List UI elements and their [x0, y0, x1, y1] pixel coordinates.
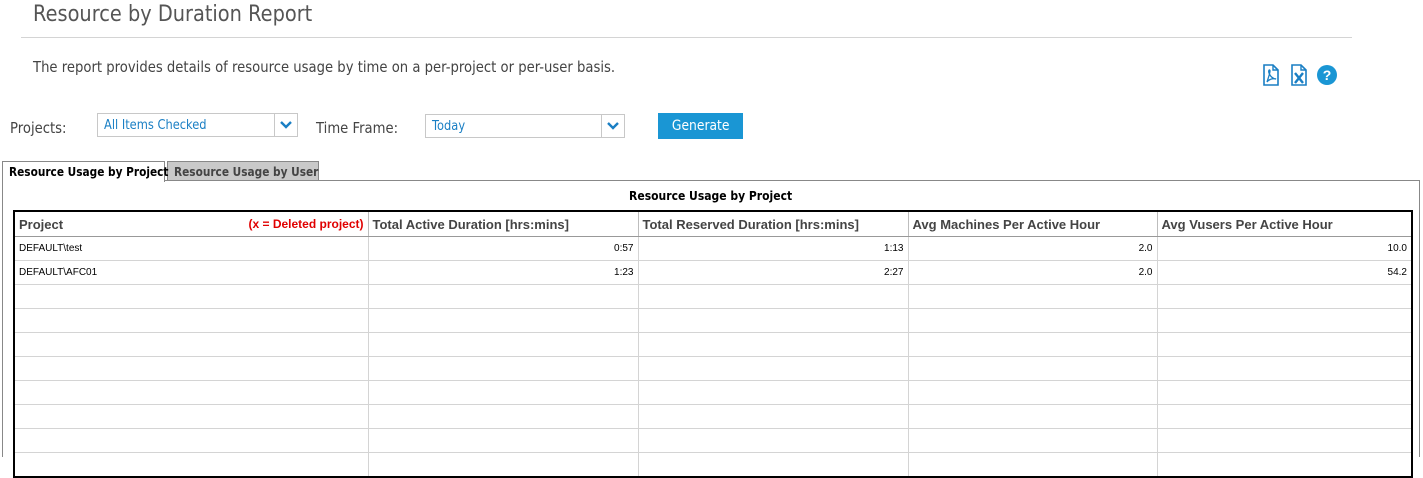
column-header-project-label: Project: [19, 216, 64, 232]
report-panel: Resource Usage by Project Project (x = D…: [2, 180, 1420, 478]
help-icon[interactable]: ?: [1316, 64, 1338, 86]
generate-button[interactable]: Generate: [658, 113, 743, 139]
column-header-avg-vusers[interactable]: Avg Vusers Per Active Hour: [1156, 210, 1413, 237]
page-title: Resource by Duration Report: [33, 2, 313, 27]
report-table: Project (x = Deleted project) Total Acti…: [13, 210, 1413, 478]
timeframe-dropdown[interactable]: Today: [425, 114, 625, 138]
column-header-reserved-duration[interactable]: Total Reserved Duration [hrs:mins]: [637, 210, 909, 237]
deleted-project-note: (x = Deleted project): [248, 216, 364, 231]
title-divider: [21, 37, 1352, 38]
project-cell: DEFAULT\test: [13, 236, 369, 261]
table-row[interactable]: DEFAULT\AFC01 1:23 2:27 2.0 54.2: [13, 260, 1413, 285]
column-header-active-duration[interactable]: Total Active Duration [hrs:mins]: [367, 210, 639, 237]
table-row[interactable]: DEFAULT\test 0:57 1:13 2.0 10.0: [13, 236, 1413, 261]
chevron-down-icon[interactable]: [274, 114, 297, 136]
empty-table-row: [13, 452, 1413, 478]
svg-text:?: ?: [1323, 67, 1332, 83]
table-header-row: Project (x = Deleted project) Total Acti…: [13, 210, 1413, 237]
report-title: Resource Usage by Project: [3, 189, 1419, 203]
active-duration-cell: 0:57: [367, 236, 639, 261]
timeframe-dropdown-value: Today: [432, 119, 466, 134]
empty-table-row: [13, 380, 1413, 405]
avg-machines-cell: 2.0: [907, 236, 1158, 261]
reserved-duration-cell: 1:13: [637, 236, 909, 261]
avg-machines-cell: 2.0: [907, 260, 1158, 285]
report-title-text: Resource Usage by Project: [629, 189, 793, 203]
projects-dropdown[interactable]: All Items Checked: [97, 113, 298, 137]
tab-resource-usage-by-project[interactable]: Resource Usage by Project: [2, 161, 169, 182]
report-description: The report provides details of resource …: [33, 58, 616, 76]
empty-table-row: [13, 356, 1413, 381]
project-cell: DEFAULT\AFC01: [13, 260, 369, 285]
active-duration-cell: 1:23: [367, 260, 639, 285]
empty-table-row: [13, 428, 1413, 453]
column-header-avg-machines[interactable]: Avg Machines Per Active Hour: [907, 210, 1158, 237]
tab-label: Resource Usage by User: [174, 165, 319, 179]
tab-resource-usage-by-user[interactable]: Resource Usage by User: [167, 161, 319, 181]
projects-label: Projects:: [10, 119, 67, 137]
timeframe-label: Time Frame:: [316, 119, 399, 137]
generate-button-label: Generate: [671, 118, 730, 134]
empty-table-row: [13, 332, 1413, 357]
avg-vusers-cell: 54.2: [1156, 260, 1413, 285]
export-excel-icon[interactable]: [1288, 64, 1310, 86]
export-toolbar: ?: [1260, 64, 1338, 86]
reserved-duration-cell: 2:27: [637, 260, 909, 285]
projects-dropdown-value: All Items Checked: [104, 118, 207, 133]
column-header-project[interactable]: Project (x = Deleted project): [13, 210, 369, 237]
empty-table-row: [13, 308, 1413, 333]
empty-table-row: [13, 284, 1413, 309]
avg-vusers-cell: 10.0: [1156, 236, 1413, 261]
chevron-down-icon[interactable]: [601, 115, 624, 137]
empty-table-row: [13, 404, 1413, 429]
export-pdf-icon[interactable]: [1260, 64, 1282, 86]
tab-label: Resource Usage by Project: [9, 165, 169, 179]
